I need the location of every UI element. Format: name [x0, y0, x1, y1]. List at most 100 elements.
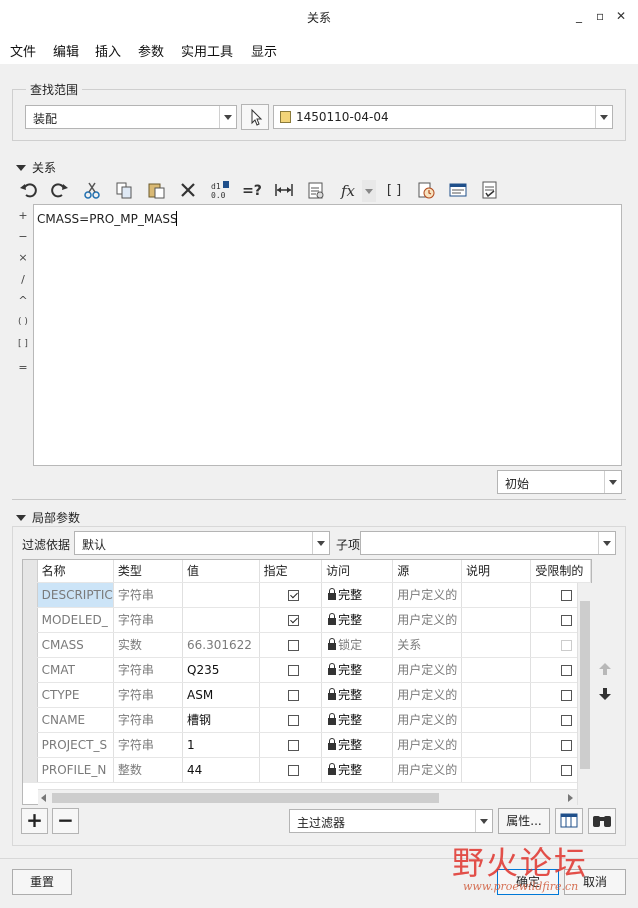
- menu-utilities[interactable]: 实用工具: [181, 41, 233, 60]
- cell-access[interactable]: 完整: [321, 707, 394, 733]
- operator-parentheses[interactable]: ( ): [16, 317, 30, 327]
- cell-value[interactable]: Q235: [182, 657, 260, 683]
- minimize-button[interactable]: _: [576, 9, 582, 23]
- scroll-left-icon[interactable]: [41, 794, 46, 802]
- cell-value[interactable]: 66.301622: [182, 632, 260, 658]
- column-header-source[interactable]: 源: [392, 560, 462, 583]
- table-row[interactable]: CTYPE 字符串 ASM 完整 用户定义的: [23, 682, 591, 708]
- table-row[interactable]: DESCRIPTIC 字符串 完整 用户定义的: [23, 582, 591, 608]
- cell-designate[interactable]: [259, 632, 323, 658]
- properties-button[interactable]: 属性...: [498, 808, 550, 834]
- cell-description[interactable]: [461, 682, 532, 708]
- restricted-checkbox[interactable]: [561, 714, 573, 726]
- menu-edit[interactable]: 编辑: [53, 41, 79, 60]
- row-header[interactable]: [23, 607, 38, 633]
- cell-access[interactable]: 完整: [321, 657, 394, 683]
- remove-parameter-button[interactable]: −: [52, 808, 79, 834]
- reset-button[interactable]: 重置: [12, 869, 72, 895]
- restricted-checkbox[interactable]: [561, 664, 573, 676]
- cell-name[interactable]: CMAT: [37, 657, 114, 683]
- cell-type[interactable]: 整数: [113, 757, 184, 783]
- main-filter-select[interactable]: 主过滤器: [289, 809, 493, 833]
- restricted-checkbox[interactable]: [561, 639, 573, 651]
- row-header[interactable]: [23, 632, 38, 658]
- designate-checkbox[interactable]: [287, 764, 299, 776]
- cell-access[interactable]: 完整: [321, 582, 394, 608]
- cell-designate[interactable]: [259, 607, 323, 633]
- cell-value[interactable]: ASM: [182, 682, 260, 708]
- row-header[interactable]: [23, 732, 38, 758]
- cell-description[interactable]: [461, 607, 532, 633]
- subitem-select[interactable]: [360, 531, 616, 555]
- cell-designate[interactable]: [259, 707, 323, 733]
- search-parameters-button[interactable]: [588, 808, 616, 834]
- row-header[interactable]: [23, 682, 38, 708]
- cut-icon[interactable]: [81, 180, 103, 202]
- designate-checkbox[interactable]: [287, 739, 299, 751]
- column-header-type[interactable]: 类型: [113, 560, 184, 583]
- designate-checkbox[interactable]: [287, 614, 299, 626]
- scroll-right-icon[interactable]: [568, 794, 573, 802]
- cell-designate[interactable]: [259, 682, 323, 708]
- cell-name[interactable]: MODELED_: [37, 607, 114, 633]
- row-header[interactable]: [23, 657, 38, 683]
- cell-source[interactable]: 关系: [392, 632, 462, 658]
- cell-access[interactable]: 完整: [321, 732, 394, 758]
- cell-type[interactable]: 实数: [113, 632, 184, 658]
- cell-source[interactable]: 用户定义的: [392, 757, 462, 783]
- scope-select[interactable]: 装配: [25, 105, 237, 129]
- cell-description[interactable]: [461, 632, 532, 658]
- paste-icon[interactable]: [145, 180, 167, 202]
- cell-source[interactable]: 用户定义的: [392, 657, 462, 683]
- cell-designate[interactable]: [259, 757, 323, 783]
- cell-name[interactable]: DESCRIPTIC: [37, 582, 114, 608]
- table-row[interactable]: MODELED_ 字符串 完整 用户定义的: [23, 607, 591, 633]
- cell-description[interactable]: [461, 757, 532, 783]
- row-header[interactable]: [23, 707, 38, 733]
- cell-source[interactable]: 用户定义的: [392, 707, 462, 733]
- cell-designate[interactable]: [259, 732, 323, 758]
- column-header-restricted[interactable]: 受限制的: [530, 560, 591, 583]
- row-header[interactable]: [23, 757, 38, 783]
- cell-description[interactable]: [461, 657, 532, 683]
- cell-name[interactable]: PROFILE_N: [37, 757, 114, 783]
- relations-editor[interactable]: CMASS=PRO_MP_MASS: [33, 204, 622, 466]
- operator-divide[interactable]: /: [16, 273, 30, 286]
- initial-select[interactable]: 初始: [497, 470, 622, 494]
- table-row[interactable]: CNAME 字符串 槽钢 完整 用户定义的: [23, 707, 591, 733]
- local-params-section-header[interactable]: 局部参数: [16, 509, 80, 526]
- cell-value[interactable]: [182, 607, 260, 633]
- units-icon[interactable]: [273, 180, 295, 202]
- cell-designate[interactable]: [259, 657, 323, 683]
- cell-type[interactable]: 字符串: [113, 682, 184, 708]
- show-values-icon[interactable]: d1 0.0: [209, 180, 231, 202]
- cell-type[interactable]: 字符串: [113, 607, 184, 633]
- cell-type[interactable]: 字符串: [113, 582, 184, 608]
- operator-minus[interactable]: −: [16, 230, 30, 243]
- function-dropdown[interactable]: [362, 180, 376, 202]
- restricted-checkbox[interactable]: [561, 689, 573, 701]
- settings-icon[interactable]: [479, 180, 501, 202]
- cell-value[interactable]: 1: [182, 732, 260, 758]
- table-row[interactable]: CMAT 字符串 Q235 完整 用户定义的: [23, 657, 591, 683]
- menu-display[interactable]: 显示: [251, 41, 277, 60]
- operator-plus[interactable]: +: [16, 209, 30, 222]
- scroll-thumb[interactable]: [580, 601, 590, 769]
- insert-parameter-icon[interactable]: [447, 180, 469, 202]
- cell-name[interactable]: CNAME: [37, 707, 114, 733]
- evaluate-icon[interactable]: =?: [241, 180, 263, 202]
- model-select[interactable]: 1450110-04-04: [273, 105, 613, 129]
- copy-icon[interactable]: [113, 180, 135, 202]
- cell-description[interactable]: [461, 582, 532, 608]
- column-header-description[interactable]: 说明: [461, 560, 532, 583]
- designate-checkbox[interactable]: [287, 689, 299, 701]
- cell-name[interactable]: PROJECT_S: [37, 732, 114, 758]
- delete-icon[interactable]: [177, 180, 199, 202]
- add-parameter-button[interactable]: +: [21, 808, 48, 834]
- table-vertical-scrollbar[interactable]: [577, 583, 593, 805]
- operator-equals[interactable]: =: [16, 361, 30, 374]
- restricted-checkbox[interactable]: [561, 739, 573, 751]
- operator-brackets[interactable]: [ ]: [16, 339, 30, 349]
- row-header[interactable]: [23, 582, 38, 608]
- maximize-button[interactable]: ▫: [596, 9, 604, 23]
